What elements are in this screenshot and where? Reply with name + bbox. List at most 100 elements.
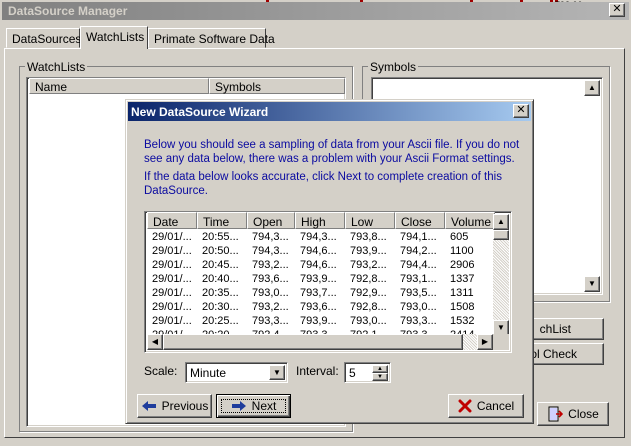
column-header-open[interactable]: Open <box>247 212 295 229</box>
next-button[interactable]: Next <box>216 394 291 418</box>
arrow-up-icon: ▲ <box>497 217 505 226</box>
table-cell: 794,3... <box>252 245 289 257</box>
grid-scroll-corner <box>493 334 509 350</box>
arrow-right-icon: ▶ <box>481 337 489 346</box>
table-cell: 793,9... <box>300 315 337 327</box>
dialog-title-bar: New DataSource Wizard <box>128 102 531 121</box>
dialog-message-sampling: Below you should see a sampling of data … <box>144 139 520 165</box>
button-label: Previous <box>161 399 209 413</box>
table-cell: 793,2... <box>350 259 387 271</box>
scale-label: Scale: <box>144 364 178 378</box>
close-button[interactable]: Close <box>537 402 609 426</box>
table-cell: 793,9... <box>350 245 387 257</box>
grid-horizontal-scroll-thumb[interactable] <box>163 334 463 350</box>
table-cell: 20:50... <box>202 245 239 257</box>
chevron-down-icon: ▼ <box>273 368 281 377</box>
arrow-down-icon: ▼ <box>377 374 383 380</box>
tab-watchlists[interactable]: WatchLists <box>80 26 148 49</box>
main-title: DataSource Manager <box>8 4 128 18</box>
interval-decrement-button[interactable]: ▼ <box>372 373 388 381</box>
table-cell: 792,8... <box>350 301 387 313</box>
interval-value: 5 <box>349 366 356 380</box>
table-cell: 20:35... <box>202 287 239 299</box>
cancel-button[interactable]: Cancel <box>448 394 524 418</box>
table-cell: 29/01/... <box>152 259 192 271</box>
table-cell: 793,0... <box>350 315 387 327</box>
grid-scroll-left-button[interactable]: ◀ <box>147 334 163 350</box>
scroll-down-button[interactable]: ▼ <box>584 276 600 292</box>
table-cell: 794,1... <box>400 231 437 243</box>
column-header-volume[interactable]: Volume <box>445 212 495 229</box>
table-cell: 793,2... <box>252 259 289 271</box>
table-cell: 794,6... <box>300 259 337 271</box>
symbols-legend: Symbols <box>368 60 419 74</box>
arrow-left-icon <box>141 401 156 411</box>
table-cell: 1532 <box>450 315 475 327</box>
grid-vertical-scroll-track[interactable] <box>493 230 509 334</box>
column-header-high[interactable]: High <box>295 212 345 229</box>
table-cell: 29/01/... <box>152 231 192 243</box>
table-cell: 20:30... <box>202 301 239 313</box>
interval-label: Interval: <box>296 364 339 378</box>
scale-selected-value: Minute <box>190 366 227 380</box>
column-header-name[interactable]: Name <box>29 78 209 94</box>
main-close-button[interactable]: ✕ <box>609 3 625 17</box>
table-cell: 793,3... <box>400 315 437 327</box>
grid-scroll-right-button[interactable]: ▶ <box>477 334 493 350</box>
table-cell: 793,3... <box>252 315 289 327</box>
button-label: Close <box>568 407 599 421</box>
button-label: chList <box>539 322 571 336</box>
column-header-close[interactable]: Close <box>395 212 445 229</box>
dialog-title: New DataSource Wizard <box>131 105 269 119</box>
scroll-up-button[interactable]: ▲ <box>584 80 600 96</box>
table-cell: 793,6... <box>300 301 337 313</box>
table-cell: 793,2... <box>252 301 289 313</box>
arrow-up-icon: ▲ <box>377 366 383 372</box>
table-cell: 29/01/... <box>152 273 192 285</box>
table-cell: 793,6... <box>252 273 289 285</box>
table-cell: 792,8... <box>350 273 387 285</box>
door-exit-icon <box>548 406 564 422</box>
table-cell: 793,5... <box>400 287 437 299</box>
previous-button[interactable]: Previous <box>137 394 212 418</box>
table-cell: 1337 <box>450 273 475 285</box>
table-cell: 29/01/... <box>152 287 192 299</box>
table-cell: 793,9... <box>300 273 337 285</box>
arrow-down-icon: ▼ <box>497 323 505 332</box>
table-cell: 794,3... <box>300 231 337 243</box>
grid-scroll-up-button[interactable]: ▲ <box>493 214 509 230</box>
close-icon: ✕ <box>516 104 526 116</box>
tab-datasources[interactable]: DataSources <box>6 28 82 48</box>
table-cell: 20:40... <box>202 273 239 285</box>
table-cell: 2906 <box>450 259 475 271</box>
interval-increment-button[interactable]: ▲ <box>372 365 388 373</box>
tab-label: Primate Software Data <box>154 32 275 46</box>
table-cell: 793,8... <box>350 231 387 243</box>
table-cell: 792,9... <box>350 287 387 299</box>
scale-select[interactable]: Minute ▼ <box>185 362 288 383</box>
table-cell: 1508 <box>450 301 475 313</box>
column-header-symbols[interactable]: Symbols <box>209 78 345 94</box>
grid-vertical-scroll-thumb[interactable] <box>493 230 509 240</box>
red-x-icon <box>458 399 472 413</box>
watchlists-legend: WatchLists <box>25 60 88 74</box>
table-cell: 794,3... <box>252 231 289 243</box>
table-cell: 794,2... <box>400 245 437 257</box>
column-header-time[interactable]: Time <box>197 212 247 229</box>
interval-stepper[interactable]: 5 ▲ ▼ <box>344 362 391 383</box>
data-sample-grid[interactable]: Date Time Open High Low Close Volume 29/01/...… <box>144 211 512 353</box>
table-cell: 794,6... <box>300 245 337 257</box>
scale-dropdown-button[interactable]: ▼ <box>269 365 285 380</box>
tab-primate-software-data[interactable]: Primate Software Data <box>148 28 275 48</box>
close-icon: ✕ <box>612 3 622 15</box>
tab-label: DataSources <box>12 32 82 46</box>
table-cell: 20:25... <box>202 315 239 327</box>
tab-label: WatchLists <box>86 30 145 44</box>
table-cell: 29/01/... <box>152 315 192 327</box>
dialog-close-button[interactable]: ✕ <box>513 104 529 118</box>
table-cell: 793,0... <box>252 287 289 299</box>
new-datasource-wizard-dialog: New DataSource Wizard ✕ Below you should… <box>125 99 534 424</box>
column-header-date[interactable]: Date <box>147 212 197 229</box>
column-header-low[interactable]: Low <box>345 212 395 229</box>
table-cell: 20:55... <box>202 231 239 243</box>
